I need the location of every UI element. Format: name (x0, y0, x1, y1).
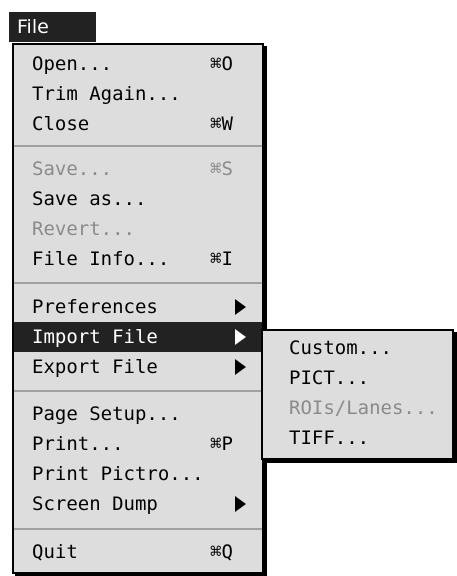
menu-item-revert: Revert... (14, 214, 262, 244)
file-menu-title[interactable]: File (9, 12, 96, 42)
menu-item-label: Preferences (32, 296, 158, 318)
shortcut-label: ⌘I (210, 248, 233, 270)
menu-item-label: Print... (32, 433, 124, 455)
menu-separator (14, 390, 262, 392)
menu-item-label: Open... (32, 53, 113, 75)
menu-item-print-pictro[interactable]: Print Pictro... (14, 459, 262, 489)
menu-item-label: Page Setup... (32, 403, 181, 425)
shortcut-label: ⌘O (210, 53, 233, 75)
menu-item-label: Trim Again... (32, 83, 181, 105)
menu-item-label: Save as... (32, 188, 147, 210)
submenu-item-label: TIFF... (289, 427, 370, 449)
submenu-arrow-icon (235, 329, 246, 345)
submenu-item-label: Custom... (289, 337, 392, 359)
shortcut-label: ⌘Q (210, 541, 233, 563)
menu-item-export-file[interactable]: Export File (14, 352, 262, 382)
menu-item-label: Close (32, 113, 90, 135)
submenu-item-custom[interactable]: Custom... (263, 333, 452, 363)
submenu-item-label: PICT... (289, 367, 370, 389)
menu-item-screen-dump[interactable]: Screen Dump (14, 489, 262, 519)
submenu-item-pict[interactable]: PICT... (263, 363, 452, 393)
menu-item-quit[interactable]: Quit ⌘Q (14, 537, 262, 567)
menu-item-save: Save... ⌘S (14, 154, 262, 184)
submenu-arrow-icon (235, 359, 246, 375)
menu-item-label: File Info... (32, 248, 170, 270)
shortcut-label: ⌘P (210, 433, 233, 455)
import-file-submenu: Custom... PICT... ROIs/Lanes... TIFF... (261, 329, 454, 460)
menu-separator (14, 528, 262, 530)
menu-item-label: Print Pictro... (32, 463, 204, 485)
submenu-arrow-icon (235, 496, 246, 512)
menu-item-label: Import File (32, 326, 158, 348)
menu-item-open[interactable]: Open... ⌘O (14, 49, 262, 79)
shortcut-label: ⌘W (210, 113, 233, 135)
menu-item-import-file[interactable]: Import File (14, 322, 262, 352)
menu-item-label: Save... (32, 158, 113, 180)
menu-item-page-setup[interactable]: Page Setup... (14, 399, 262, 429)
menu-item-file-info[interactable]: File Info... ⌘I (14, 244, 262, 274)
submenu-item-tiff[interactable]: TIFF... (263, 423, 452, 453)
menu-item-label: Revert... (32, 218, 135, 240)
menu-item-label: Export File (32, 356, 158, 378)
submenu-item-label: ROIs/Lanes... (289, 397, 438, 419)
menu-item-trim-again[interactable]: Trim Again... (14, 79, 262, 109)
menu-item-close[interactable]: Close ⌘W (14, 109, 262, 139)
submenu-item-rois-lanes: ROIs/Lanes... (263, 393, 452, 423)
file-menu: Open... ⌘O Trim Again... Close ⌘W Save..… (12, 43, 264, 574)
menu-item-label: Screen Dump (32, 493, 158, 515)
menu-item-save-as[interactable]: Save as... (14, 184, 262, 214)
menu-separator (14, 145, 262, 147)
submenu-arrow-icon (235, 299, 246, 315)
menu-separator (14, 282, 262, 284)
menu-item-print[interactable]: Print... ⌘P (14, 429, 262, 459)
shortcut-label: ⌘S (210, 158, 233, 180)
menu-item-label: Quit (32, 541, 78, 563)
menu-item-preferences[interactable]: Preferences (14, 292, 262, 322)
